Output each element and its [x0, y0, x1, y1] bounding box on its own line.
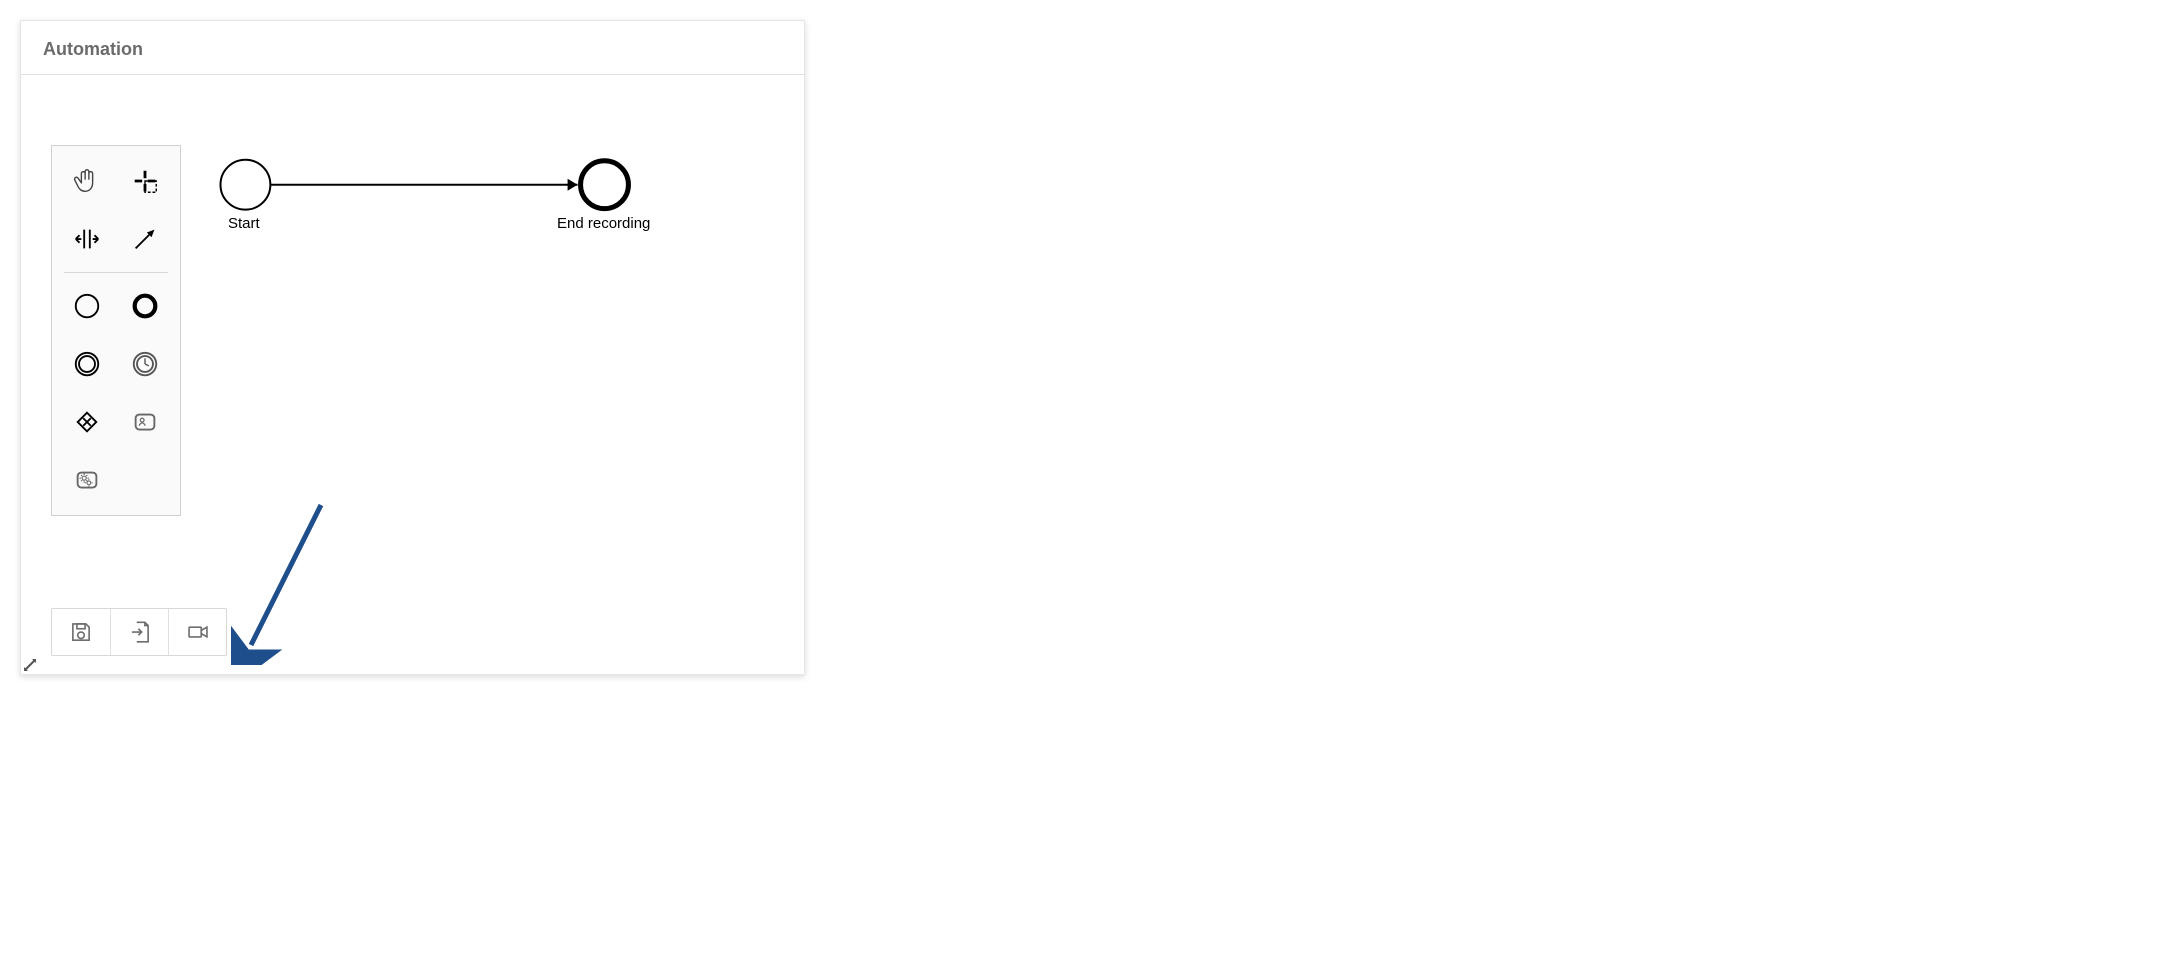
- save-icon: [68, 619, 94, 645]
- automation-panel: Automation: [20, 20, 805, 675]
- camera-icon: [185, 619, 211, 645]
- diagram[interactable]: [21, 75, 804, 673]
- sequence-flow[interactable]: [270, 179, 577, 191]
- panel-title: Automation: [21, 21, 804, 75]
- end-node-label: End recording: [557, 215, 650, 232]
- canvas[interactable]: Start End recording: [21, 75, 804, 673]
- start-node-label: Start: [228, 215, 260, 232]
- record-button[interactable]: [168, 609, 226, 655]
- import-icon: [127, 619, 153, 645]
- bottom-toolbar: [51, 608, 227, 656]
- save-button[interactable]: [52, 609, 110, 655]
- end-node[interactable]: [581, 161, 629, 209]
- import-button[interactable]: [110, 609, 168, 655]
- start-node[interactable]: [220, 160, 270, 210]
- resize-icon: [23, 658, 37, 672]
- resize-handle[interactable]: [21, 656, 39, 674]
